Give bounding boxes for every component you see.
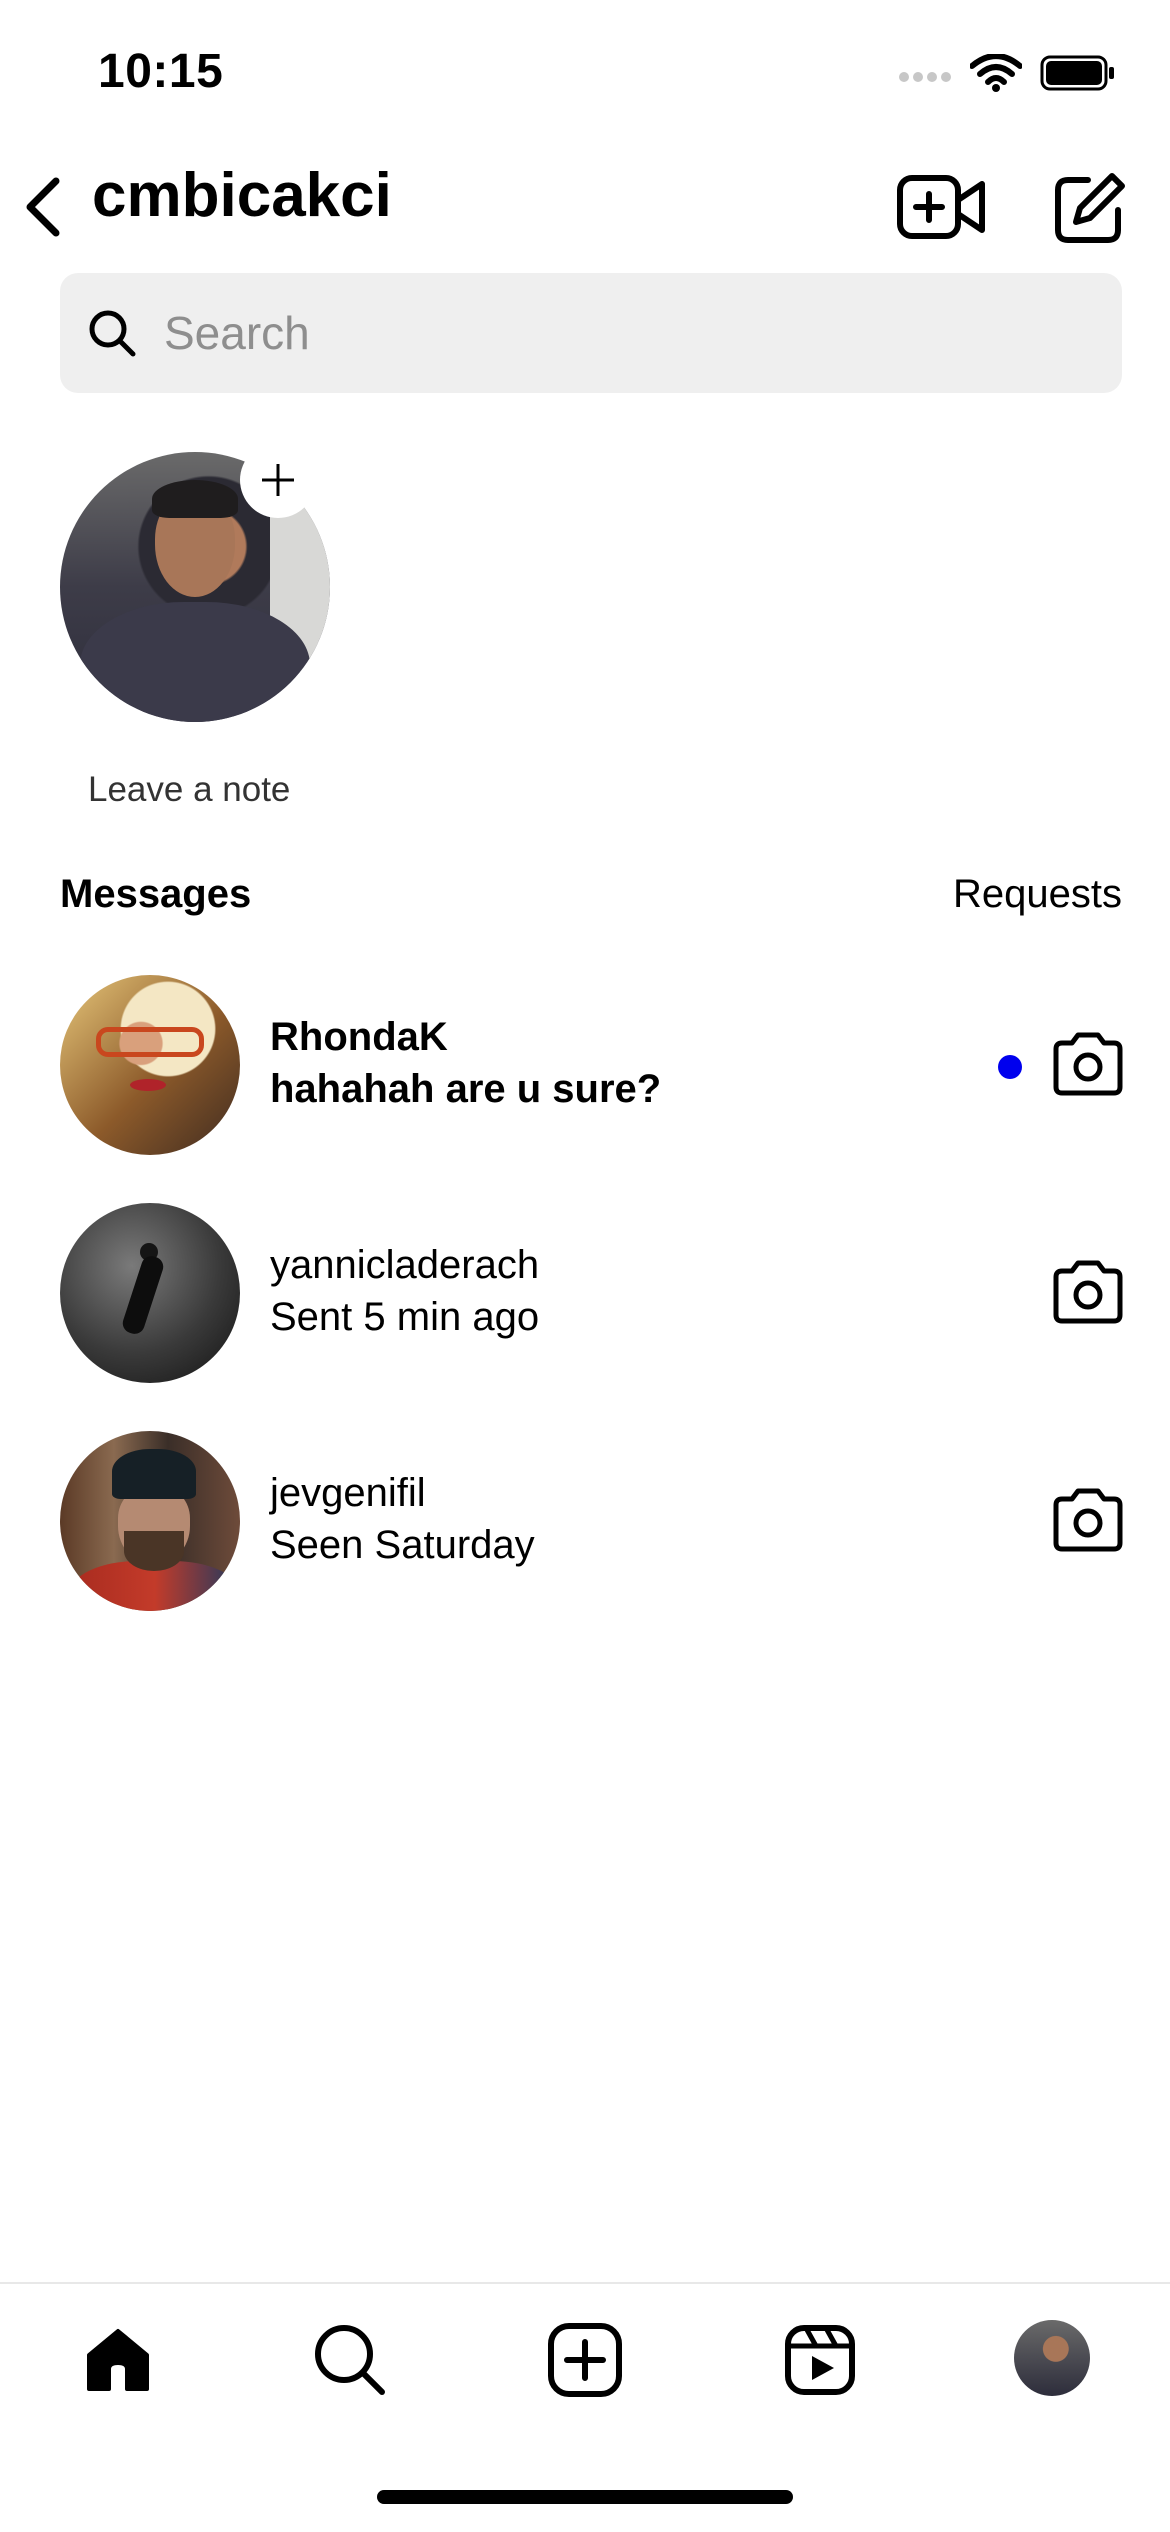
- tab-create[interactable]: [545, 2320, 625, 2400]
- search-input[interactable]: [162, 305, 1066, 361]
- wifi-icon: [970, 54, 1022, 92]
- status-time: 10:15: [98, 45, 224, 98]
- add-note-button[interactable]: [240, 442, 316, 518]
- thread-preview: hahahah are u sure?: [270, 1067, 662, 1111]
- status-indicators: [898, 54, 1116, 92]
- home-icon: [87, 2329, 149, 2391]
- create-icon: [548, 2323, 622, 2397]
- compose-button[interactable]: [1052, 170, 1128, 246]
- page-title[interactable]: cmbicakci: [92, 160, 392, 231]
- thread-name: RhondaK: [270, 1015, 448, 1059]
- avatar[interactable]: [60, 975, 240, 1155]
- messages-heading: Messages: [60, 872, 252, 916]
- camera-icon[interactable]: [1050, 1031, 1126, 1097]
- thread-row[interactable]: jevgenifil Seen Saturday: [0, 1431, 1170, 1631]
- back-button[interactable]: [20, 172, 70, 242]
- note-label[interactable]: Leave a note: [88, 770, 290, 810]
- search-icon: [89, 310, 136, 357]
- back-icon: [26, 177, 60, 237]
- search-bar[interactable]: [60, 273, 1122, 393]
- compose-icon: [1055, 173, 1125, 243]
- reels-icon: [785, 2325, 855, 2395]
- video-call-icon: [897, 175, 985, 239]
- video-call-button[interactable]: [896, 170, 988, 244]
- thread-preview: Sent 5 min ago: [270, 1295, 540, 1339]
- unread-dot: [998, 1055, 1022, 1079]
- thread-name: yannicladerach: [270, 1243, 540, 1287]
- tab-explore[interactable]: [310, 2320, 390, 2400]
- thread-preview: Seen Saturday: [270, 1523, 535, 1567]
- camera-icon[interactable]: [1050, 1259, 1126, 1325]
- tab-profile[interactable]: [1014, 2320, 1090, 2396]
- tab-home[interactable]: [78, 2320, 158, 2400]
- explore-icon: [315, 2325, 385, 2395]
- tab-reels[interactable]: [780, 2320, 860, 2400]
- plus-icon: [262, 464, 294, 496]
- battery-icon: [1040, 55, 1114, 91]
- camera-icon[interactable]: [1050, 1487, 1126, 1553]
- thread-row[interactable]: RhondaK hahahah are u sure?: [0, 975, 1170, 1175]
- thread-name: jevgenifil: [270, 1471, 426, 1515]
- avatar[interactable]: [60, 1203, 240, 1383]
- requests-link[interactable]: Requests: [953, 872, 1122, 917]
- thread-row[interactable]: yannicladerach Sent 5 min ago: [0, 1203, 1170, 1403]
- cellular-signal-icon: [899, 72, 951, 82]
- avatar[interactable]: [60, 1431, 240, 1611]
- home-indicator: [377, 2490, 793, 2504]
